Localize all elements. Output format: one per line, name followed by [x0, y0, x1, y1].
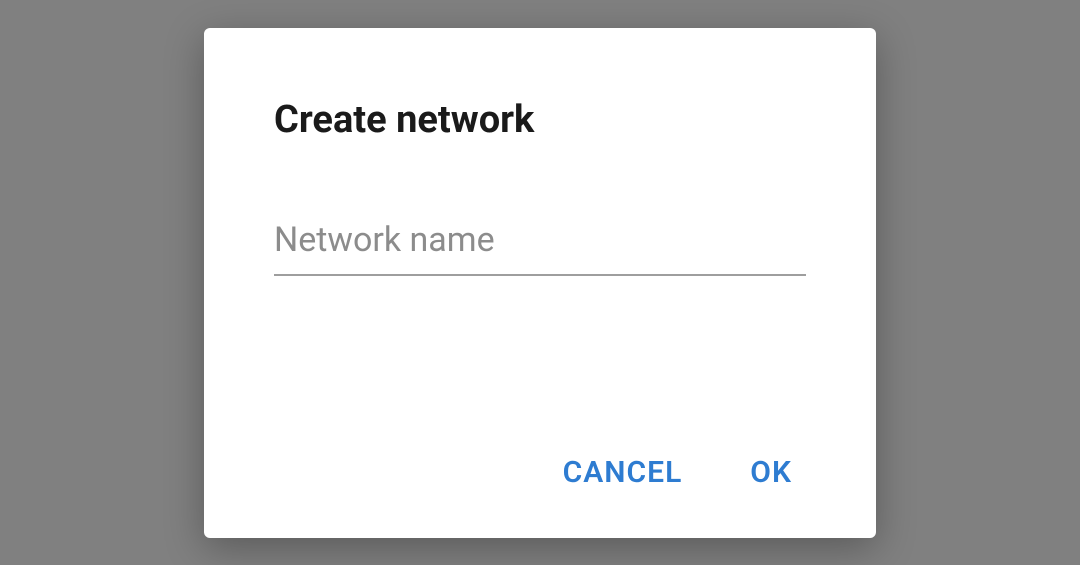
- cancel-button[interactable]: CANCEL: [559, 447, 687, 498]
- dialog-title: Create network: [274, 98, 806, 142]
- network-name-input[interactable]: [274, 212, 806, 276]
- input-wrapper: [274, 212, 806, 447]
- ok-button[interactable]: OK: [746, 447, 796, 498]
- create-network-dialog: Create network CANCEL OK: [204, 28, 876, 538]
- dialog-actions: CANCEL OK: [274, 447, 806, 498]
